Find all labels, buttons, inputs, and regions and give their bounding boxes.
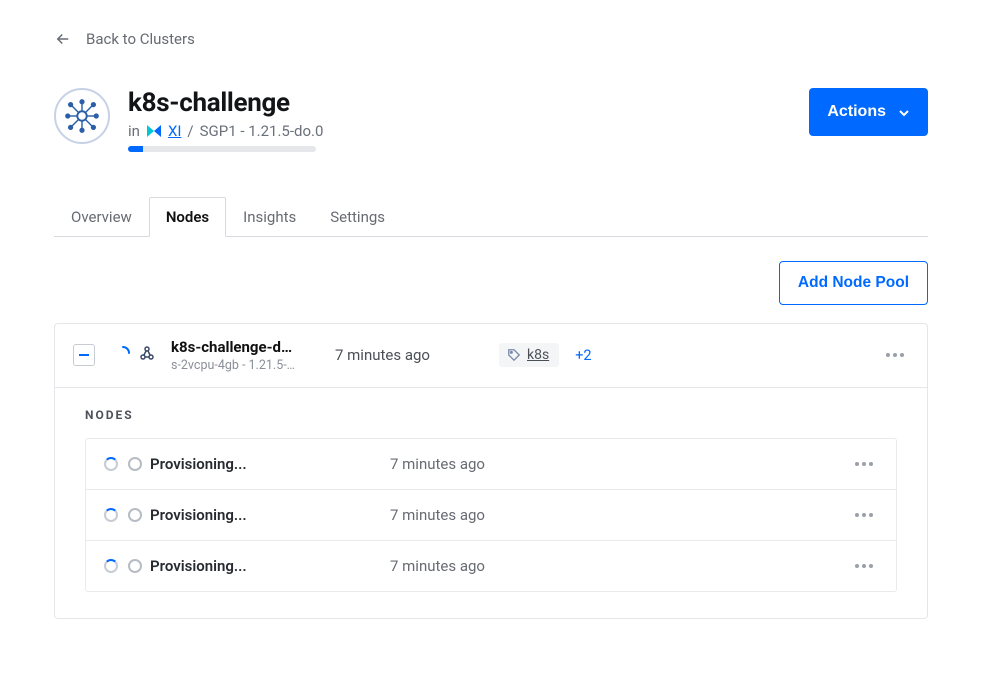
arrow-left-icon: [54, 30, 72, 48]
node-name: Provisioning...: [150, 506, 390, 524]
node-name: Provisioning...: [150, 455, 390, 473]
nodes-list: Provisioning... 7 minutes ago Provisioni…: [85, 438, 897, 592]
region-version: SGP1 - 1.21.5-do.0: [200, 122, 324, 140]
empty-status-icon: [128, 508, 142, 522]
node-row: Provisioning... 7 minutes ago: [86, 540, 896, 591]
project-link[interactable]: XI: [168, 122, 181, 140]
node-menu-button[interactable]: [850, 513, 878, 517]
add-node-pool-button[interactable]: Add Node Pool: [779, 261, 928, 305]
node-pool-card: k8s-challenge-d… s-2vcpu-4gb - 1.21.5-… …: [54, 323, 928, 619]
pool-subtitle: s-2vcpu-4gb - 1.21.5-…: [171, 358, 311, 373]
node-time: 7 minutes ago: [390, 557, 850, 575]
project-icon: [146, 123, 162, 139]
back-to-clusters-link[interactable]: Back to Clusters: [54, 30, 928, 48]
pool-name: k8s-challenge-d…: [171, 338, 311, 358]
tab-bar: Overview Nodes Insights Settings: [54, 196, 928, 237]
provision-progress: [128, 146, 316, 152]
actions-label: Actions: [827, 103, 886, 121]
node-name: Provisioning...: [150, 557, 390, 575]
node-menu-button[interactable]: [850, 462, 878, 466]
tag-pill[interactable]: k8s: [499, 343, 559, 367]
tab-nodes[interactable]: Nodes: [149, 197, 226, 237]
tab-insights[interactable]: Insights: [226, 197, 313, 237]
node-row: Provisioning... 7 minutes ago: [86, 439, 896, 489]
tag-label: k8s: [527, 347, 549, 363]
node-time: 7 minutes ago: [390, 506, 850, 524]
tag-more[interactable]: +2: [575, 347, 591, 364]
collapse-toggle[interactable]: [73, 344, 95, 366]
cluster-subline: in XI / SGP1 - 1.21.5-do.0: [128, 122, 323, 140]
empty-status-icon: [128, 559, 142, 573]
pool-menu-button[interactable]: [881, 353, 909, 357]
cluster-icon: [54, 88, 110, 144]
tab-settings[interactable]: Settings: [313, 197, 402, 237]
nodes-icon: [139, 345, 155, 365]
actions-button[interactable]: Actions: [809, 88, 928, 136]
nodes-heading: NODES: [85, 408, 897, 422]
chevron-down-icon: [898, 106, 910, 118]
empty-status-icon: [128, 457, 142, 471]
pool-time: 7 minutes ago: [335, 346, 485, 364]
cluster-title: k8s-challenge: [128, 88, 323, 118]
tag-icon: [507, 348, 521, 362]
node-row: Provisioning... 7 minutes ago: [86, 489, 896, 540]
node-time: 7 minutes ago: [390, 455, 850, 473]
tab-overview[interactable]: Overview: [54, 197, 149, 237]
back-link-label: Back to Clusters: [86, 30, 195, 48]
loading-icon: [115, 345, 131, 365]
spinner-icon: [104, 559, 118, 573]
spinner-icon: [104, 457, 118, 471]
node-menu-button[interactable]: [850, 564, 878, 568]
spinner-icon: [104, 508, 118, 522]
